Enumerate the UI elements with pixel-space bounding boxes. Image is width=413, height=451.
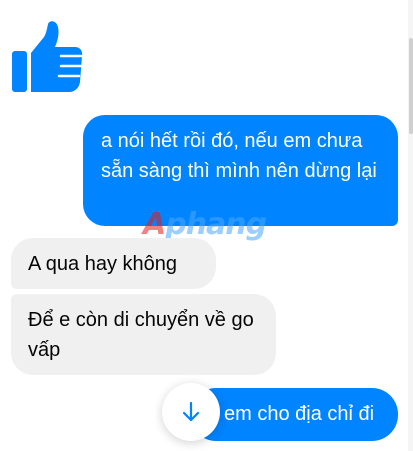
- scrollbar-thumb[interactable]: [409, 38, 413, 134]
- message-bubble-incoming[interactable]: Để e còn di chuyển về go vấp: [11, 294, 276, 375]
- scroll-to-bottom-button[interactable]: [162, 383, 220, 441]
- arrow-down-icon: [182, 401, 200, 422]
- thumbs-up-icon[interactable]: [9, 20, 85, 96]
- message-text: Để e còn di chuyển về go vấp: [28, 309, 254, 361]
- message-text: A qua hay không: [28, 253, 178, 275]
- message-bubble-outgoing[interactable]: em cho địa chỉ đi: [190, 388, 398, 441]
- message-text: em cho địa chỉ đi: [224, 403, 375, 425]
- message-bubble-incoming[interactable]: A qua hay không: [11, 238, 216, 289]
- message-bubble-outgoing[interactable]: a nói hết rồi đó, nếu em chưa sẵn sàng t…: [83, 115, 398, 226]
- message-text: a nói hết rồi đó, nếu em chưa sẵn sàng t…: [101, 130, 377, 182]
- scrollbar[interactable]: [408, 0, 413, 451]
- chat-message-list: a nói hết rồi đó, nếu em chưa sẵn sàng t…: [0, 0, 408, 451]
